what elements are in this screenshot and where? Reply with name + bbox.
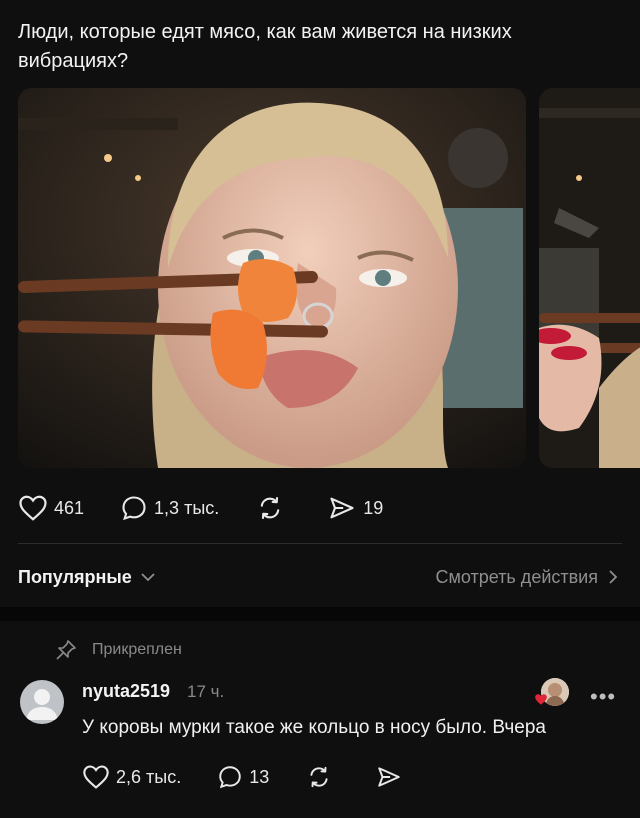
sort-label: Популярные (18, 566, 132, 587)
repost-button[interactable] (255, 494, 291, 522)
repost-icon (310, 766, 328, 788)
post-text: Люди, которые едят мясо, как вам живется… (18, 21, 512, 72)
share-button[interactable]: 19 (327, 494, 383, 522)
comment-like-button[interactable]: 2,6 тыс. (82, 764, 181, 790)
divider (18, 543, 622, 544)
comment-share-button[interactable] (375, 764, 409, 790)
send-icon (378, 767, 400, 787)
view-actions-link[interactable]: Смотреть действия (436, 567, 618, 588)
repost-icon (261, 497, 280, 519)
chevron-right-icon (609, 570, 618, 584)
comment-repost-button[interactable] (305, 764, 339, 790)
post-photo-2[interactable] (539, 88, 640, 468)
share-count: 19 (363, 497, 384, 518)
post-photo-1[interactable] (18, 88, 526, 468)
heart-icon (83, 765, 109, 789)
like-button[interactable]: 461 (18, 494, 84, 522)
view-actions-label: Смотреть действия (435, 566, 598, 587)
pinned-text: Прикреплен (92, 641, 182, 658)
comment-reply-button[interactable]: 13 (217, 764, 269, 790)
comment-icon (122, 496, 146, 521)
section-separator (0, 607, 640, 621)
sort-row: Популярные Смотреть действия (18, 562, 618, 592)
pin-icon (56, 640, 76, 660)
sort-dropdown[interactable]: Популярные (18, 567, 156, 588)
comment-actions: 2,6 тыс. 13 (82, 760, 445, 794)
more-options-icon[interactable]: ••• (590, 684, 616, 710)
comment-count: 1,3 тыс. (154, 497, 220, 518)
comment-icon (219, 766, 241, 789)
heart-badge-icon (535, 694, 547, 705)
comment-like-count: 2,6 тыс. (116, 766, 182, 787)
comment-time: 17 ч. (187, 682, 225, 701)
pinned-label: Прикреплен (54, 638, 182, 662)
post-actions: 461 1,3 тыс. 19 (18, 490, 419, 526)
heart-icon (19, 495, 47, 521)
like-count: 461 (54, 497, 85, 518)
send-icon (330, 497, 354, 519)
comment-text: У коровы мурки такое же кольцо в носу бы… (82, 717, 546, 738)
comment-reply-count: 13 (249, 766, 270, 787)
chevron-down-icon (141, 573, 155, 582)
avatar[interactable] (20, 680, 64, 724)
comment-button[interactable]: 1,3 тыс. (120, 494, 219, 522)
comment-username[interactable]: nyuta2519 (82, 681, 170, 702)
